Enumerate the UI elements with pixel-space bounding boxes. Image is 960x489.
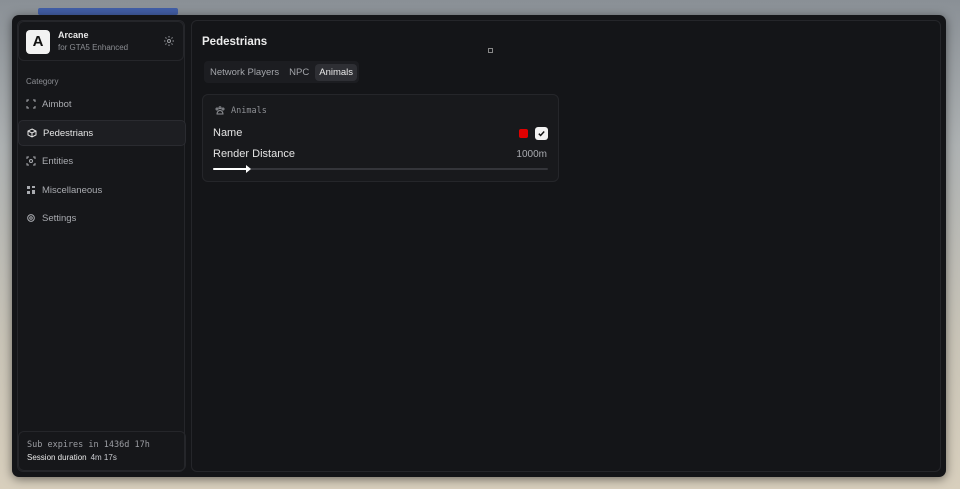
gear-icon xyxy=(27,214,35,222)
tab-npc[interactable]: NPC xyxy=(285,64,313,81)
name-label: Name xyxy=(213,127,243,139)
paw-icon xyxy=(215,106,225,115)
cursor-marker xyxy=(488,48,493,53)
session-value: 4m 17s xyxy=(90,453,117,462)
slider-fill xyxy=(213,168,247,170)
subscription-footer: Sub expires in 1436d 17h Session duratio… xyxy=(18,431,186,471)
check-icon xyxy=(538,131,545,137)
name-checkbox[interactable] xyxy=(535,127,548,140)
name-color-picker[interactable] xyxy=(519,129,528,138)
app-window: A Arcane for GTA5 Enhanced Category Aimb… xyxy=(12,15,946,477)
render-distance-value: 1000m xyxy=(516,149,547,160)
app-logo: A xyxy=(26,30,50,54)
render-distance-slider[interactable] xyxy=(213,165,548,173)
category-label: Category xyxy=(26,77,59,86)
card-title: Animals xyxy=(231,106,267,116)
tab-bar: Network Players NPC Animals xyxy=(204,61,360,83)
sidebar-item-label: Pedestrians xyxy=(43,127,94,139)
sidebar-item-label: Miscellaneous xyxy=(42,184,103,196)
app-subtitle: for GTA5 Enhanced xyxy=(58,43,129,52)
animals-card: Animals Name Render Distance 1000m xyxy=(202,94,559,182)
page-title: Pedestrians xyxy=(202,36,268,48)
tab-network-players[interactable]: Network Players xyxy=(206,64,283,81)
sidebar: A Arcane for GTA5 Enhanced Category Aimb… xyxy=(17,20,186,472)
cube-icon xyxy=(27,128,37,138)
tab-animals[interactable]: Animals xyxy=(315,63,358,81)
gear-icon[interactable] xyxy=(163,35,175,47)
app-name: Arcane xyxy=(58,30,89,40)
card-header: Animals xyxy=(215,106,267,116)
sidebar-item-label: Entities xyxy=(42,155,74,167)
sub-expires-text: Sub expires in 1436d 17h xyxy=(27,440,150,450)
sidebar-item-label: Settings xyxy=(42,212,77,224)
scan-icon xyxy=(26,156,36,166)
render-distance-label: Render Distance xyxy=(213,148,295,160)
grid-icon xyxy=(27,186,35,194)
sidebar-item-pedestrians[interactable]: Pedestrians xyxy=(18,120,186,146)
sidebar-item-aimbot[interactable]: Aimbot xyxy=(18,91,186,117)
sidebar-item-miscellaneous[interactable]: Miscellaneous xyxy=(18,177,186,203)
background-banner xyxy=(38,8,178,15)
sidebar-item-settings[interactable]: Settings xyxy=(18,205,186,231)
slider-thumb[interactable] xyxy=(245,165,251,173)
sidebar-item-entities[interactable]: Entities xyxy=(18,148,186,174)
crosshair-icon xyxy=(26,99,36,109)
sidebar-item-label: Aimbot xyxy=(42,98,72,110)
session-label: Session duration xyxy=(27,453,87,462)
brand-header: A Arcane for GTA5 Enhanced xyxy=(18,21,184,61)
main-panel: Pedestrians Network Players NPC Animals … xyxy=(191,20,941,472)
session-duration: Session duration 4m 17s xyxy=(27,453,117,462)
